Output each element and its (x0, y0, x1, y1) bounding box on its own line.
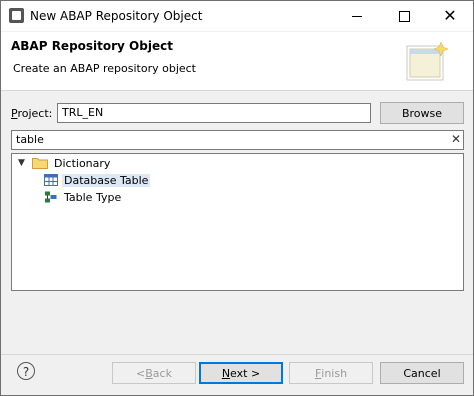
tree-item-label: Table Type (64, 190, 122, 204)
minimize-icon (352, 15, 362, 17)
back-button[interactable]: < Back (112, 362, 196, 384)
object-type-tree[interactable]: ▼ Dictionary Database Table Table Type (11, 153, 464, 291)
table-type-icon (45, 191, 57, 203)
close-icon: ✕ (443, 6, 457, 25)
help-icon[interactable]: ? (17, 362, 35, 380)
tree-item-label: Database Table (62, 173, 151, 187)
chevron-down-icon[interactable]: ▼ (18, 158, 28, 168)
maximize-button[interactable] (381, 1, 427, 31)
dialog-window: New ABAP Repository Object ✕ ABAP Reposi… (0, 0, 474, 396)
maximize-icon (398, 10, 410, 22)
finish-button[interactable]: Finish (289, 362, 373, 384)
project-input[interactable]: TRL_EN (57, 103, 371, 123)
project-label: Project: (11, 107, 53, 120)
tree-item-database-table[interactable]: Database Table (44, 172, 151, 188)
window-title: New ABAP Repository Object (30, 9, 203, 23)
wizard-header: ABAP Repository Object Create an ABAP re… (1, 32, 473, 91)
tree-item-dictionary[interactable]: ▼ Dictionary (18, 155, 112, 171)
wizard-banner-icon (406, 41, 449, 81)
next-button[interactable]: Next > (199, 362, 283, 384)
cancel-button[interactable]: Cancel (380, 362, 464, 384)
minimize-button[interactable] (334, 1, 380, 31)
header-title: ABAP Repository Object (11, 39, 173, 53)
tree-item-label: Dictionary (54, 156, 111, 170)
tree-item-table-type[interactable]: Table Type (44, 189, 123, 205)
title-bar: New ABAP Repository Object ✕ (1, 1, 473, 31)
header-description: Create an ABAP repository object (13, 62, 196, 75)
filter-input[interactable]: table (11, 130, 464, 150)
close-button[interactable]: ✕ (427, 1, 473, 31)
footer-divider (1, 354, 473, 355)
browse-button[interactable]: Browse (380, 102, 464, 124)
clear-filter-icon[interactable]: ✕ (449, 132, 463, 148)
database-table-icon (44, 174, 58, 186)
app-icon (9, 8, 24, 23)
folder-icon (32, 158, 48, 169)
